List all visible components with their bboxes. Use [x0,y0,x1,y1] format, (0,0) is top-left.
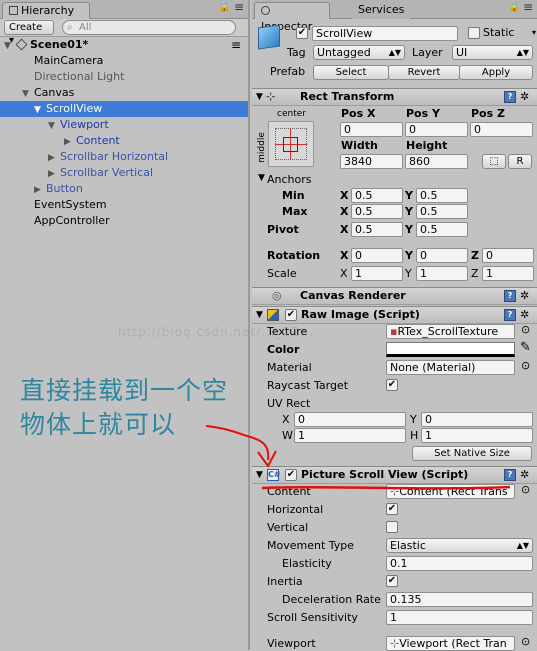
annotation-arrow [205,425,511,490]
underline-mark [261,485,511,490]
arrow-head [257,450,277,468]
